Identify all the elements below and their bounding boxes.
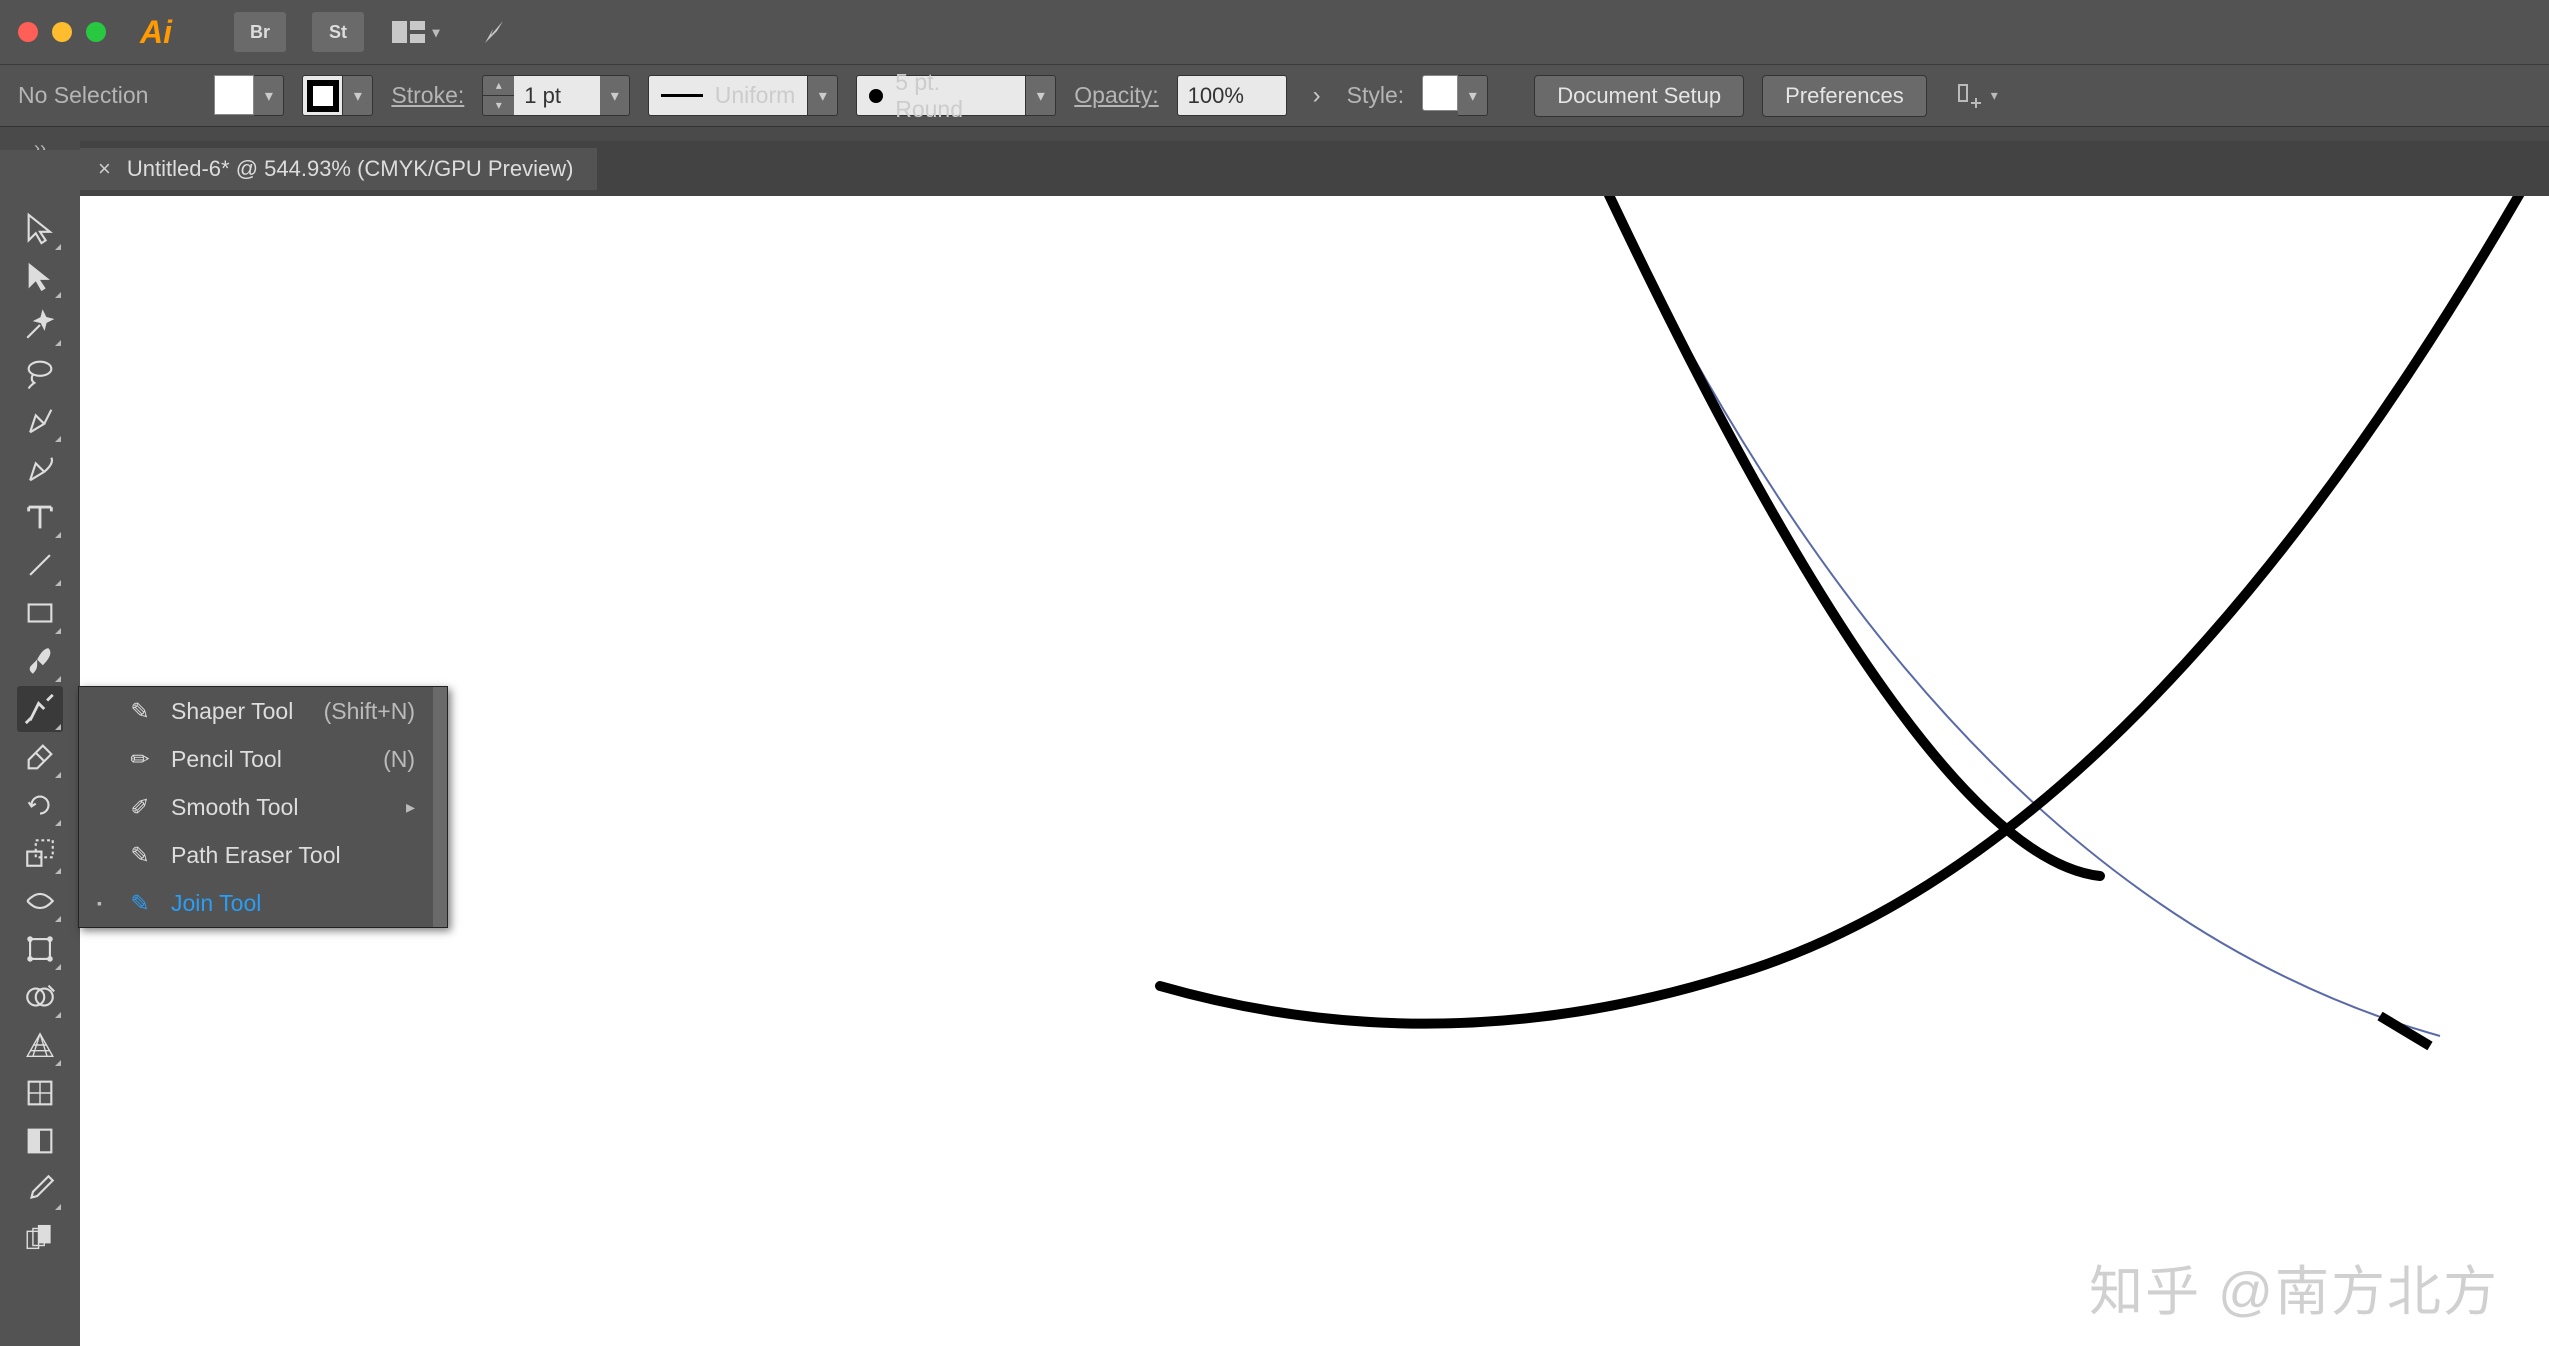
style-label: Style: xyxy=(1347,82,1405,109)
flyout-shortcut: (N) xyxy=(383,746,415,773)
stroke-swatch[interactable] xyxy=(307,80,339,112)
flyout-label: Shaper Tool xyxy=(171,698,293,725)
document-tab[interactable]: × Untitled-6* @ 544.93% (CMYK/GPU Previe… xyxy=(80,148,597,190)
shape-builder-tool[interactable] xyxy=(17,974,63,1020)
gpu-performance-icon[interactable] xyxy=(468,12,520,52)
shaper-tool[interactable] xyxy=(17,686,63,732)
stroke-profile-label: Uniform xyxy=(715,82,796,109)
flyout-tearoff-handle[interactable] xyxy=(433,687,447,927)
fill-swatch[interactable] xyxy=(214,75,254,115)
submenu-arrow-icon: ▸ xyxy=(406,797,415,818)
close-window-button[interactable] xyxy=(18,22,38,42)
rotate-tool[interactable] xyxy=(17,782,63,828)
opacity-input[interactable]: 100% xyxy=(1177,75,1287,116)
close-tab-icon[interactable]: × xyxy=(98,156,111,182)
line-tool[interactable] xyxy=(17,542,63,588)
stroke-weight-stepper[interactable]: ▴▾ xyxy=(482,75,514,116)
minimize-window-button[interactable] xyxy=(52,22,72,42)
flyout-label: Join Tool xyxy=(171,890,261,917)
brush-dropdown[interactable]: ▾ xyxy=(1026,75,1056,116)
curvature-tool[interactable] xyxy=(17,446,63,492)
eyedropper-tool[interactable] xyxy=(17,1166,63,1212)
paintbrush-tool[interactable] xyxy=(17,638,63,684)
flyout-label: Path Eraser Tool xyxy=(171,842,341,869)
illustrator-logo: Ai xyxy=(140,14,172,51)
direct-selection-tool[interactable] xyxy=(17,254,63,300)
selection-tool[interactable] xyxy=(17,206,63,252)
stock-button[interactable]: St xyxy=(312,12,364,52)
macos-titlebar: Ai Br St ▾ xyxy=(0,0,2549,64)
pencil-icon: ✏ xyxy=(125,746,155,773)
eraser-tool[interactable] xyxy=(17,734,63,780)
stroke-weight-dropdown[interactable]: ▾ xyxy=(600,75,630,116)
flyout-shortcut: (Shift+N) xyxy=(324,698,415,725)
document-tab-title: Untitled-6* @ 544.93% (CMYK/GPU Preview) xyxy=(127,156,574,182)
bridge-button[interactable]: Br xyxy=(234,12,286,52)
mesh-tool[interactable] xyxy=(17,1070,63,1116)
flyout-item-join[interactable]: ▪ ✎ Join Tool xyxy=(79,879,433,927)
watermark-text: 知乎 @南方北方 xyxy=(2089,1247,2499,1326)
path-eraser-icon: ✎ xyxy=(125,842,155,869)
fill-dropdown[interactable]: ▾ xyxy=(254,75,284,116)
control-bar: No Selection ▾ ▾ Stroke: ▴▾ 1 pt ▾ Unifo… xyxy=(0,64,2549,126)
join-icon: ✎ xyxy=(125,890,155,917)
magic-wand-tool[interactable] xyxy=(17,302,63,348)
shaper-icon: ✎ xyxy=(125,698,155,725)
blend-tool[interactable] xyxy=(17,1214,63,1260)
rectangle-tool[interactable] xyxy=(17,590,63,636)
free-transform-tool[interactable] xyxy=(17,926,63,972)
smooth-icon: ✐ xyxy=(125,794,155,821)
shaper-tool-flyout: ✎ Shaper Tool (Shift+N) ✏ Pencil Tool (N… xyxy=(78,686,448,928)
perspective-grid-tool[interactable] xyxy=(17,1022,63,1068)
brush-label: 5 pt. Round xyxy=(895,69,1013,123)
graphic-style-dropdown[interactable]: ▾ xyxy=(1458,75,1488,116)
flyout-label: Pencil Tool xyxy=(171,746,282,773)
document-tab-bar: × Untitled-6* @ 544.93% (CMYK/GPU Previe… xyxy=(80,141,2549,196)
window-controls xyxy=(18,22,106,42)
width-tool[interactable] xyxy=(17,878,63,924)
scale-tool[interactable] xyxy=(17,830,63,876)
tools-panel xyxy=(0,150,80,1346)
fullscreen-window-button[interactable] xyxy=(86,22,106,42)
opacity-more-icon[interactable]: › xyxy=(1305,82,1329,110)
type-tool[interactable] xyxy=(17,494,63,540)
lasso-tool[interactable] xyxy=(17,350,63,396)
selection-status: No Selection xyxy=(18,82,148,109)
stroke-label[interactable]: Stroke: xyxy=(391,82,464,109)
canvas-area[interactable]: 知乎 @南方北方 xyxy=(80,196,2549,1346)
document-setup-button[interactable]: Document Setup xyxy=(1534,75,1744,117)
align-to-icon[interactable] xyxy=(1955,81,1985,111)
stroke-weight-input[interactable]: 1 pt xyxy=(514,75,600,116)
stroke-profile-dropdown[interactable]: ▾ xyxy=(808,75,838,116)
flyout-item-pencil[interactable]: ✏ Pencil Tool (N) xyxy=(79,735,433,783)
current-tool-marker: ▪ xyxy=(97,895,109,911)
flyout-item-path-eraser[interactable]: ✎ Path Eraser Tool xyxy=(79,831,433,879)
gradient-tool[interactable] xyxy=(17,1118,63,1164)
arrange-documents-button[interactable]: ▾ xyxy=(390,12,442,52)
preferences-button[interactable]: Preferences xyxy=(1762,75,1927,117)
graphic-style-swatch[interactable] xyxy=(1422,75,1458,111)
flyout-item-shaper[interactable]: ✎ Shaper Tool (Shift+N) xyxy=(79,687,433,735)
flyout-item-smooth[interactable]: ✐ Smooth Tool ▸ xyxy=(79,783,433,831)
stroke-swatch-dropdown[interactable]: ▾ xyxy=(343,75,373,116)
pen-tool[interactable] xyxy=(17,398,63,444)
flyout-label: Smooth Tool xyxy=(171,794,298,821)
brush-preview[interactable]: 5 pt. Round xyxy=(856,75,1026,116)
align-to-dropdown[interactable]: ▾ xyxy=(1991,87,1998,104)
opacity-label[interactable]: Opacity: xyxy=(1074,82,1158,109)
stroke-profile-preview[interactable]: Uniform xyxy=(648,75,808,116)
